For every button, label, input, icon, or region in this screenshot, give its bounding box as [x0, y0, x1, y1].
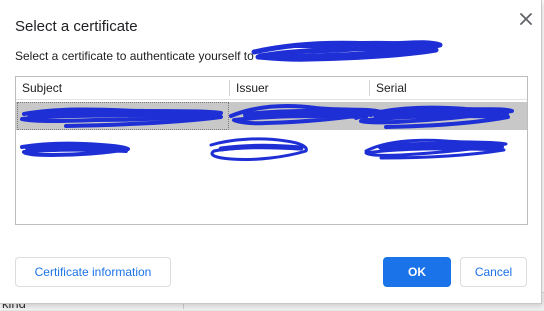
dialog-subtitle-row: Select a certificate to authenticate you…	[15, 49, 254, 63]
certificate-table[interactable]: Subject Issuer Serial	[15, 76, 528, 225]
redaction-scribble-subtitle	[251, 40, 443, 62]
focused-cell	[17, 102, 229, 130]
column-header-subject[interactable]: Subject	[16, 77, 229, 99]
column-header-serial[interactable]: Serial	[370, 77, 527, 99]
dialog-title: Select a certificate	[15, 18, 138, 35]
dialog-subtitle: Select a certificate to authenticate you…	[15, 49, 254, 63]
close-icon	[520, 13, 532, 25]
table-row-selected[interactable]	[16, 102, 527, 130]
table-header: Subject Issuer Serial	[16, 77, 527, 100]
column-header-issuer[interactable]: Issuer	[230, 77, 369, 99]
table-row[interactable]	[16, 135, 527, 163]
certificate-information-button[interactable]: Certificate information	[15, 257, 171, 287]
certificate-dialog: Select a certificate Select a certificat…	[0, 0, 542, 304]
cancel-button[interactable]: Cancel	[460, 257, 527, 287]
redaction-scribble-row-2	[20, 137, 508, 161]
ok-button[interactable]: OK	[383, 257, 451, 287]
close-button[interactable]	[516, 9, 536, 29]
